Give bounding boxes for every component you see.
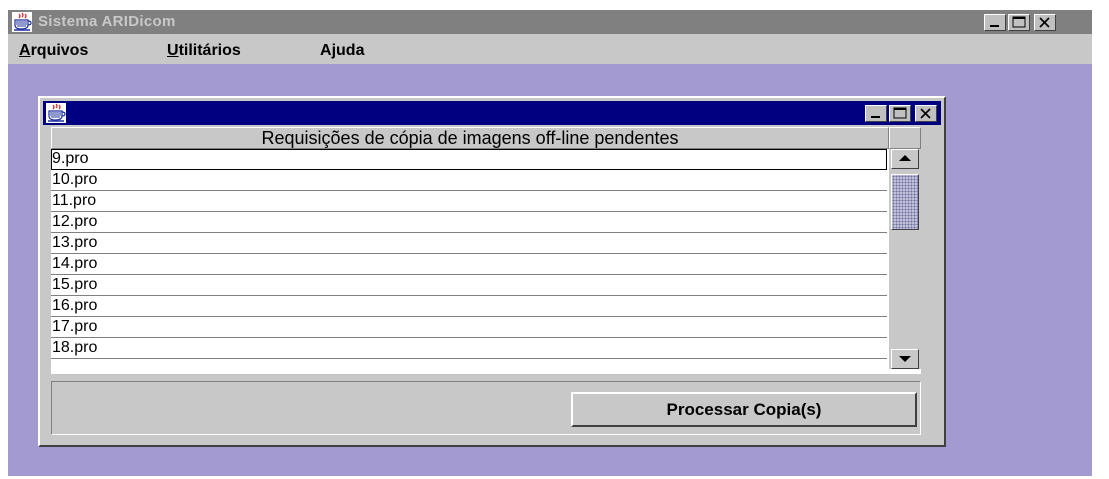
java-cup-icon[interactable] bbox=[12, 12, 32, 32]
arrow-up-icon bbox=[899, 155, 911, 161]
close-icon bbox=[1039, 17, 1050, 28]
process-copies-button[interactable]: Processar Copia(s) bbox=[571, 392, 917, 427]
menu-ajuda-prefix: A bbox=[320, 42, 332, 59]
close-button[interactable] bbox=[1034, 14, 1056, 31]
desktop-pane: Requisições de cópia de imagens off-line… bbox=[8, 64, 1092, 476]
table-row[interactable]: 18.pro bbox=[51, 338, 887, 359]
frame-minimize-button[interactable] bbox=[865, 105, 887, 122]
table-row[interactable]: 17.pro bbox=[51, 317, 887, 338]
table-rows: 9.pro 10.pro 11.pro 12.pro 13.pro 14.pro 15.pr… bbox=[51, 149, 887, 359]
menu-arquivos-label: rquivos bbox=[30, 42, 89, 59]
menu-utilitarios-label: tilitários bbox=[178, 42, 241, 59]
table-header-corner bbox=[889, 127, 921, 149]
button-panel: Processar Copia(s) bbox=[51, 381, 921, 435]
maximize-button[interactable] bbox=[1008, 14, 1030, 31]
vertical-scrollbar[interactable] bbox=[889, 149, 921, 369]
minimize-icon bbox=[990, 25, 999, 27]
table-row[interactable]: 12.pro bbox=[51, 212, 887, 233]
menu-utilitarios[interactable]: Utilitários bbox=[167, 42, 241, 60]
internal-frame: Requisições de cópia de imagens off-line… bbox=[38, 96, 946, 447]
main-window: Sistema ARIDicom Arquivos Utilitários Aj… bbox=[8, 10, 1092, 476]
table-row[interactable]: 16.pro bbox=[51, 296, 887, 317]
minimize-icon bbox=[871, 116, 880, 118]
scroll-thumb[interactable] bbox=[891, 174, 919, 230]
table-row[interactable]: 9.pro bbox=[51, 149, 887, 170]
main-title-bar[interactable]: Sistema ARIDicom bbox=[8, 10, 1092, 34]
menu-arquivos-mnemonic: A bbox=[19, 42, 31, 59]
table-row[interactable]: 15.pro bbox=[51, 275, 887, 296]
minimize-button[interactable] bbox=[984, 14, 1006, 31]
table-row[interactable]: 14.pro bbox=[51, 254, 887, 275]
menu-ajuda[interactable]: Ajuda bbox=[320, 42, 364, 60]
close-icon bbox=[920, 108, 931, 119]
table-row[interactable]: 13.pro bbox=[51, 233, 887, 254]
frame-close-button[interactable] bbox=[915, 105, 937, 122]
scroll-up-button[interactable] bbox=[891, 149, 919, 169]
menu-arquivos[interactable]: Arquivos bbox=[19, 42, 88, 60]
scroll-down-button[interactable] bbox=[891, 349, 919, 369]
menu-ajuda-label: uda bbox=[336, 42, 365, 59]
maximize-icon bbox=[893, 107, 907, 119]
menu-utilitarios-mnemonic: U bbox=[167, 42, 179, 59]
table-column-header[interactable]: Requisições de cópia de imagens off-line… bbox=[51, 127, 889, 149]
internal-frame-title-bar[interactable] bbox=[43, 101, 941, 125]
table-row[interactable]: 11.pro bbox=[51, 191, 887, 212]
menu-bar: Arquivos Utilitários Ajuda bbox=[8, 34, 1092, 64]
frame-maximize-button[interactable] bbox=[889, 105, 911, 122]
java-cup-icon[interactable] bbox=[46, 103, 66, 123]
requests-table: Requisições de cópia de imagens off-line… bbox=[51, 127, 921, 374]
window-title: Sistema ARIDicom bbox=[38, 13, 176, 30]
arrow-down-icon bbox=[899, 356, 911, 362]
table-row[interactable]: 10.pro bbox=[51, 170, 887, 191]
maximize-icon bbox=[1012, 16, 1026, 28]
